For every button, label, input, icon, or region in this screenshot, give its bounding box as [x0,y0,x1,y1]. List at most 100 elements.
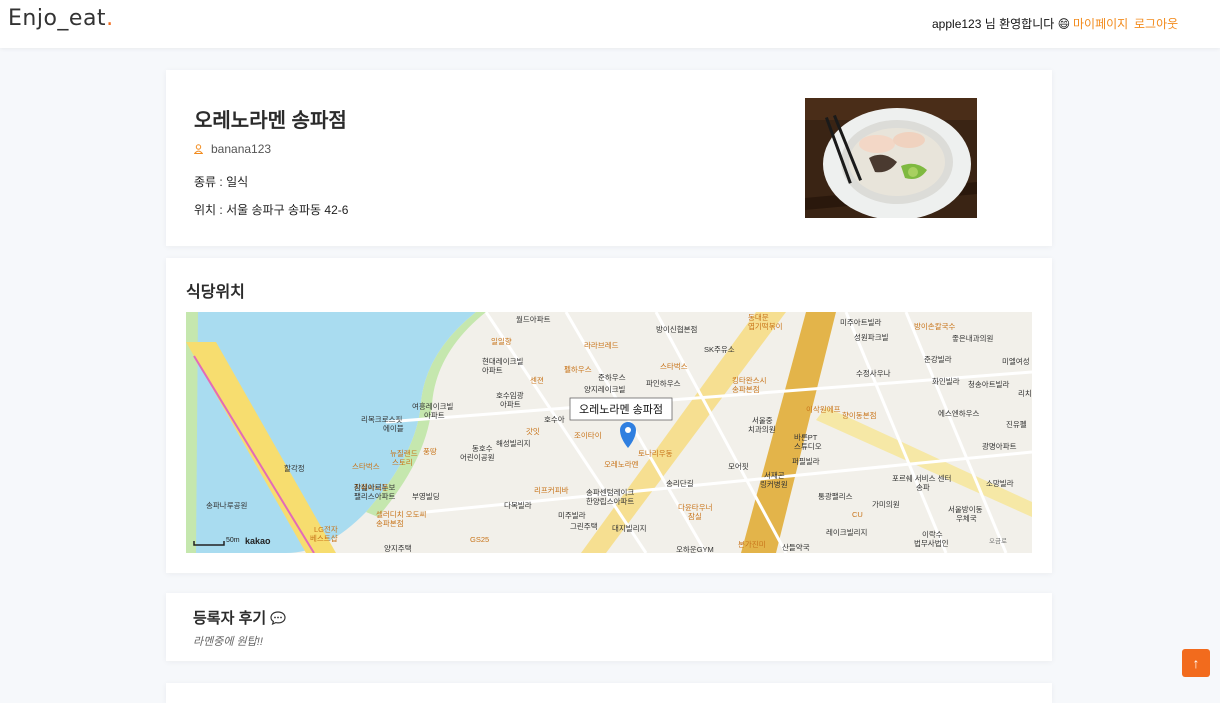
svg-text:양지레이크빌: 양지레이크빌 [584,384,625,394]
svg-text:베스트샵: 베스트샵 [310,533,338,543]
svg-text:송파나루공원: 송파나루공원 [206,501,247,510]
logout-link[interactable]: 로그아웃 [1134,15,1178,32]
svg-text:호수임광: 호수임광 [496,390,524,400]
svg-text:서재곤: 서재곤 [764,471,785,480]
svg-text:다복빌라: 다복빌라 [504,501,532,510]
svg-text:법무사법인: 법무사법인 [914,538,949,548]
mypage-link[interactable]: 마이페이지 [1073,15,1128,32]
svg-text:스토리: 스토리 [392,458,413,467]
svg-text:방이신협본점: 방이신협본점 [656,324,697,334]
svg-text:진유폘: 진유폘 [1006,419,1027,429]
svg-text:조이타이: 조이타이 [574,430,602,440]
svg-text:통광팰리스: 통광팰리스 [818,491,853,501]
svg-text:라라브레드: 라라브레드 [584,341,619,350]
svg-text:준하우스: 준하우스 [598,372,626,382]
svg-text:부영빌딩: 부영빌딩 [412,491,440,501]
svg-text:스타벅스: 스타벅스 [660,361,688,371]
svg-text:서울중: 서울중 [752,416,773,425]
map-section-title: 식당위치 [186,284,245,301]
svg-text:서울방이동: 서울방이동 [948,504,983,514]
svg-text:퍼필빌라: 퍼필빌라 [792,456,820,466]
writer-name: banana123 [211,142,272,156]
svg-text:송파본점: 송파본점 [376,518,404,528]
map-marker-label[interactable]: 오레노라멘 송파점 [570,401,672,417]
svg-text:에스엔하우스: 에스엔하우스 [938,408,979,418]
svg-text:월드아파트: 월드아파트 [516,314,551,324]
restaurant-category: 종류 : 일식 [194,175,249,189]
svg-text:화인빌라: 화인빌라 [932,376,960,386]
svg-text:여흥레이크빌: 여흥레이크빌 [412,401,453,411]
svg-text:풍땅: 풍땅 [423,446,437,456]
svg-text:어린이공원: 어린이공원 [460,452,495,462]
svg-text:뉴질랜드: 뉴질랜드 [390,448,418,458]
svg-text:팰리스아파트: 팰리스아파트 [354,491,395,501]
svg-text:킹타완스시: 킹타완스시 [732,375,767,385]
restaurant-name: 오레노라멘 송파점 [194,110,347,132]
svg-text:좋은내과의원: 좋은내과의원 [952,333,993,343]
svg-text:엽기떡볶이: 엽기떡볶이 [748,321,783,331]
kakao-map-logo[interactable]: kakao [245,536,271,546]
svg-text:산들약국: 산들약국 [782,542,810,552]
svg-text:미엘여성: 미엘여성 [1002,356,1030,366]
top-header: Enjo_eat. apple123 님 환영합니다 😄 마이페이지 로그아웃 [0,0,1220,48]
svg-text:오레노라멘: 오레노라멘 [604,460,639,469]
speech-bubble-icon [270,611,286,626]
scroll-top-button[interactable]: ↑ [1182,649,1210,677]
svg-text:에이블: 에이블 [383,423,404,433]
welcome-message: apple123 님 환영합니다 😄 [932,17,1071,31]
svg-text:송리단길: 송리단길 [666,478,694,488]
restaurant-photo [805,98,977,218]
restaurant-location: 위치 : 서울 송파구 송파동 42-6 [194,203,349,217]
svg-text:CU: CU [852,510,863,519]
svg-text:광명아파트: 광명아파트 [982,441,1017,451]
svg-text:미주아트빌라: 미주아트빌라 [840,317,881,327]
svg-text:스튜디오: 스튜디오 [794,442,822,451]
svg-text:리프커피바: 리프커피바 [534,485,569,495]
writer-row: banana123 [194,142,271,156]
svg-text:우체국: 우체국 [956,513,977,523]
svg-text:셀러디치 오도씨: 셀러디치 오도씨 [376,509,426,519]
svg-text:아파트: 아파트 [482,365,503,375]
svg-text:잠실: 잠실 [688,511,702,521]
svg-text:이락수: 이락수 [922,529,943,539]
svg-text:갓잇: 갓잇 [526,426,540,436]
svg-text:링커병원: 링커병원 [760,479,788,489]
review-text: 라멘중에 원탑!! [193,636,263,648]
svg-text:미주빌라: 미주빌라 [558,511,586,520]
svg-text:향이동본점: 향이동본점 [842,410,877,420]
user-icon [194,144,203,154]
svg-text:송파본점: 송파본점 [732,384,760,394]
map-card: 식당위치 월드아파트 일일향 현대레이크빌 아파트 라라브레드 펠하우스 방이신… [166,258,1052,573]
svg-text:그린주택: 그린주택 [570,521,598,531]
svg-text:리치: 리치 [1018,389,1032,398]
svg-text:다윤타우너: 다윤타우너 [678,502,713,512]
svg-text:포르쉐 서비스 센터: 포르쉐 서비스 센터 [892,473,951,483]
svg-text:현대레이크빌: 현대레이크빌 [482,356,523,366]
svg-text:일일향: 일일향 [491,337,512,346]
svg-text:토나리우동: 토나리우동 [638,449,673,458]
svg-text:SK주유소: SK주유소 [704,345,735,354]
svg-text:모어핏: 모어핏 [728,461,749,471]
arrow-up-icon: ↑ [1192,655,1200,671]
svg-text:이삭원에프: 이삭원에프 [806,404,841,414]
svg-text:GS25: GS25 [470,535,489,544]
svg-text:수정사우나: 수정사우나 [856,368,891,378]
svg-text:본가진미: 본가진미 [738,539,766,549]
next-card [166,683,1052,703]
restaurant-map[interactable]: 월드아파트 일일향 현대레이크빌 아파트 라라브레드 펠하우스 방이신협본점 S… [186,312,1032,553]
svg-text:호수아: 호수아 [544,414,565,424]
svg-text:송파: 송파 [916,483,930,492]
review-card: 등록자 후기 라멘중에 원탑!! [166,593,1052,661]
svg-text:해성빌리지: 해성빌리지 [496,438,531,448]
map-scale-label: 50m [226,537,240,544]
svg-text:준강빌라: 준강빌라 [924,354,952,364]
svg-text:한양립스아파트: 한양립스아파트 [586,496,634,506]
svg-text:오하운GYM: 오하운GYM [676,544,714,553]
site-logo[interactable]: Enjo_eat. [8,6,114,31]
svg-text:파인하우스: 파인하우스 [646,378,681,388]
svg-text:동호수: 동호수 [472,444,493,453]
svg-text:LG전자: LG전자 [314,524,338,534]
svg-text:대지빌리지: 대지빌리지 [612,524,647,533]
svg-text:성원파크빌: 성원파크빌 [854,333,889,342]
svg-text:잠실아르누보: 잠실아르누보 [354,482,395,492]
